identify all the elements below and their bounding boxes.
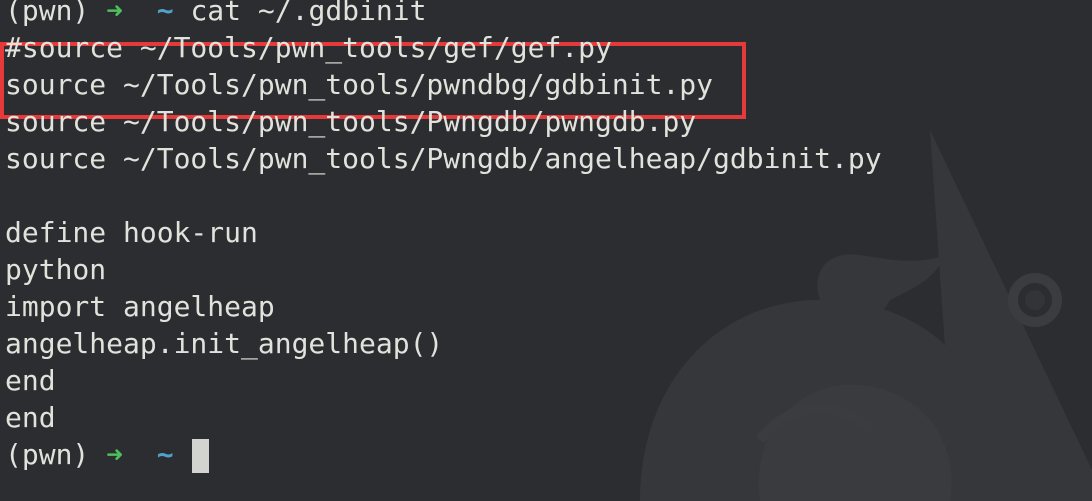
prompt-line[interactable]: (pwn) ➜ ~: [5, 436, 882, 473]
output-line: source ~/Tools/pwn_tools/pwndbg/gdbinit.…: [5, 68, 714, 101]
output-line: end: [5, 401, 56, 434]
output-line: define hook-run: [5, 216, 258, 249]
output-line: source ~/Tools/pwn_tools/Pwngdb/pwngdb.p…: [5, 105, 697, 138]
output-line: source ~/Tools/pwn_tools/Pwngdb/angelhea…: [5, 142, 882, 175]
prompt-env: (pwn): [5, 0, 90, 27]
terminal-window[interactable]: (pwn) ➜ ~ cat ~/.gdbinit #source ~/Tools…: [0, 0, 1092, 501]
command-text: cat ~/.gdbinit: [190, 0, 427, 27]
prompt-line: (pwn) ➜ ~ cat ~/.gdbinit: [5, 0, 882, 29]
prompt-dir: ~: [156, 0, 174, 27]
terminal-cursor[interactable]: [192, 439, 210, 473]
output-line: #source ~/Tools/pwn_tools/gef/gef.py: [5, 31, 612, 64]
prompt-arrow-icon: ➜: [106, 0, 124, 27]
output-line: end: [5, 364, 56, 397]
prompt-env: (pwn): [5, 438, 90, 471]
terminal-output: (pwn) ➜ ~ cat ~/.gdbinit #source ~/Tools…: [5, 0, 882, 473]
output-line: python: [5, 253, 107, 286]
output-line: angelheap.init_angelheap(): [5, 327, 444, 360]
output-line: import angelheap: [5, 290, 275, 323]
prompt-arrow-icon: ➜: [106, 438, 124, 471]
prompt-dir: ~: [156, 438, 174, 471]
